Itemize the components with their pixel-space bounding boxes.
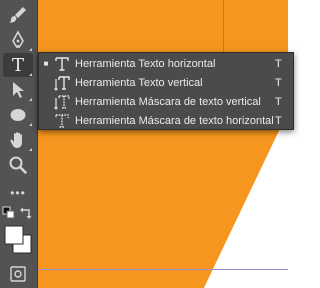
menu-item-label: Herramienta Máscara de texto horizontal xyxy=(75,114,274,127)
more-tools-corner-icon xyxy=(29,123,32,126)
more-tools-icon: ••• xyxy=(10,186,26,200)
zoom-icon xyxy=(8,155,28,175)
type-tool-icon: T xyxy=(11,54,24,76)
shortcut-key: T xyxy=(275,114,282,127)
color-swatches-icon xyxy=(3,223,33,255)
more-tools-corner-icon xyxy=(29,148,32,151)
hand-tool-button[interactable] xyxy=(3,128,33,152)
selected-indicator-icon: ■ xyxy=(43,59,49,68)
zoom-tool-button[interactable] xyxy=(3,153,33,177)
selection-tool-button[interactable] xyxy=(3,78,33,102)
shortcut-key: T xyxy=(275,57,282,70)
more-tools-corner-icon xyxy=(29,73,32,76)
more-tools-corner-icon xyxy=(29,98,32,101)
vertical-type-icon xyxy=(51,73,73,92)
horizontal-type-icon xyxy=(51,54,73,73)
edit-toolbar-button[interactable]: ••• xyxy=(3,181,33,205)
type-tool-flyout-menu: ■ Herramienta Texto horizontal T Herrami… xyxy=(38,52,294,130)
ellipse-tool-button[interactable] xyxy=(3,103,33,127)
default-colors-button[interactable] xyxy=(0,205,18,221)
swap-colors-button[interactable] xyxy=(18,205,34,221)
screen-mode-button[interactable] xyxy=(3,262,33,286)
hand-icon xyxy=(8,130,28,150)
menu-item-label: Herramienta Texto vertical xyxy=(75,76,203,89)
brush-icon xyxy=(8,5,28,25)
default-colors-icon xyxy=(2,206,16,220)
horizontal-type-mask-icon xyxy=(51,111,73,130)
swap-colors-icon xyxy=(19,206,33,220)
shortcut-key: T xyxy=(275,95,282,108)
ellipse-icon xyxy=(8,105,28,125)
color-swatches[interactable] xyxy=(1,222,35,256)
shortcut-key: T xyxy=(275,76,282,89)
brush-tool-button[interactable] xyxy=(3,3,33,27)
screen-mode-icon xyxy=(8,265,28,283)
more-tools-corner-icon xyxy=(29,48,32,51)
selection-arrow-icon xyxy=(8,80,28,100)
menu-item-label: Herramienta Texto horizontal xyxy=(75,57,216,70)
menu-item-label: Herramienta Máscara de texto vertical xyxy=(75,95,261,108)
menu-item-vertical-type-mask[interactable]: Herramienta Máscara de texto vertical T xyxy=(39,92,293,111)
vertical-type-mask-icon xyxy=(51,92,73,111)
horizontal-guide[interactable] xyxy=(38,269,288,270)
type-tool-button[interactable]: T xyxy=(3,53,33,77)
pen-icon xyxy=(8,30,28,50)
tools-panel: T ••• xyxy=(0,0,38,288)
pen-tool-button[interactable] xyxy=(3,28,33,52)
menu-item-horizontal-type[interactable]: ■ Herramienta Texto horizontal T xyxy=(39,54,293,73)
menu-item-horizontal-type-mask[interactable]: Herramienta Máscara de texto horizontal … xyxy=(39,111,293,130)
document-canvas[interactable] xyxy=(0,0,288,288)
menu-item-vertical-type[interactable]: Herramienta Texto vertical T xyxy=(39,73,293,92)
